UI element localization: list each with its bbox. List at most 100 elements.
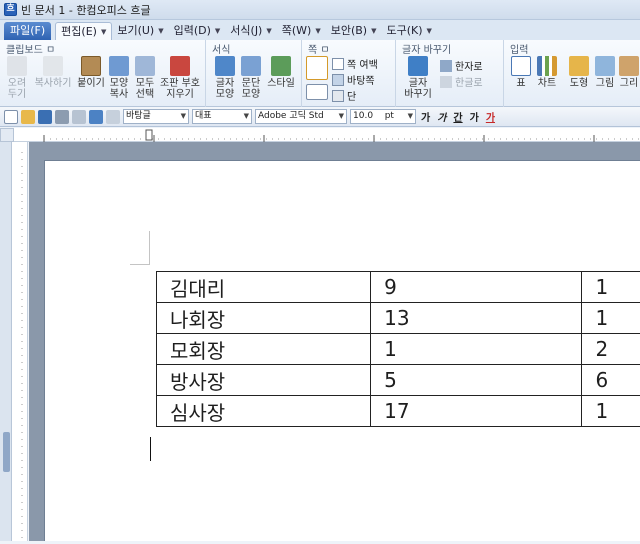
background-page-button[interactable]: 바탕쪽 <box>332 72 375 87</box>
copy-button[interactable]: 복사하기 <box>32 56 74 89</box>
menu-tab-view[interactable]: 보기(U)▼ <box>112 22 168 40</box>
table-cell[interactable]: 6 <box>582 365 640 396</box>
shape-icon <box>569 56 589 76</box>
cut-button[interactable]: 오려 두기 <box>4 56 30 100</box>
style-select[interactable]: 바탕글▼ <box>123 109 189 124</box>
menu-file[interactable]: 파일(F) <box>4 22 51 40</box>
table-cell[interactable]: 1 <box>582 272 640 303</box>
table-row[interactable]: 모회장12 <box>157 334 640 365</box>
bold-button[interactable]: 가 <box>419 109 432 124</box>
strike-button[interactable]: 가 <box>468 109 481 124</box>
page-icon[interactable] <box>306 56 328 80</box>
picture-icon <box>595 56 615 76</box>
underline-button[interactable]: 간 <box>451 109 464 124</box>
page-setup-icon[interactable] <box>306 84 328 100</box>
picture-button[interactable]: 그림 <box>592 56 618 89</box>
copy-icon <box>43 56 63 76</box>
to-hanja-button[interactable]: 한자로 <box>440 58 483 73</box>
table-row[interactable]: 김대리91 <box>157 272 640 303</box>
table-cell[interactable]: 방사장 <box>157 365 371 396</box>
chevron-down-icon[interactable]: ▼ <box>371 22 376 40</box>
menu-tab-security[interactable]: 보안(B)▼ <box>326 22 382 40</box>
font-size-field[interactable]: 10.0pt▼ <box>350 109 416 124</box>
ruler-corner[interactable] <box>0 128 14 142</box>
chevron-down-icon[interactable]: ▼ <box>315 22 320 40</box>
to-hangul-button[interactable]: 한글로 <box>440 74 483 89</box>
table-cell[interactable]: 5 <box>371 365 582 396</box>
shape-copy-button[interactable]: 모양 복사 <box>106 56 132 100</box>
print-icon[interactable] <box>55 110 69 124</box>
table-cell[interactable]: 1 <box>582 303 640 334</box>
menu-tab-tools[interactable]: 도구(K)▼ <box>382 22 437 40</box>
new-document-icon[interactable] <box>4 110 18 124</box>
char-shape-button[interactable]: 글자 모양 <box>212 56 238 100</box>
columns-button[interactable]: 단 <box>332 88 356 103</box>
button-label: 모두 선택 <box>136 78 154 100</box>
table-cell[interactable]: 1 <box>582 396 640 427</box>
horizontal-ruler[interactable] <box>14 128 640 142</box>
table-row[interactable]: 방사장56 <box>157 365 640 396</box>
vertical-ruler[interactable] <box>12 142 28 541</box>
table-cell[interactable]: 9 <box>371 272 582 303</box>
table-row[interactable]: 나회장131 <box>157 303 640 334</box>
save-icon[interactable] <box>38 110 52 124</box>
document-table[interactable]: 김대리91나회장131모회장12방사장56심사장171 <box>156 271 640 427</box>
table-cell[interactable]: 17 <box>371 396 582 427</box>
format-toolbar: 바탕글▼ 대표▼ Adobe 고딕 Std▼ 10.0pt▼ 가 가 간 가 가 <box>0 107 640 127</box>
clear-codes-button[interactable]: 조판 부호 지우기 <box>158 56 202 100</box>
chevron-down-icon[interactable]: ▼ <box>215 22 220 40</box>
font-color-button[interactable]: 가 <box>484 109 497 124</box>
menu-tab-format[interactable]: 서식(J)▼ <box>225 22 276 40</box>
table-row[interactable]: 심사장171 <box>157 396 640 427</box>
button-label: 도형 <box>570 78 588 89</box>
menu-tab-label: 편집(E) <box>61 23 97 41</box>
chart-button[interactable]: 차트 <box>534 56 560 89</box>
button-label: 조판 부호 지우기 <box>160 78 200 100</box>
button-label: 한글로 <box>455 74 483 89</box>
button-label: 바탕쪽 <box>347 72 375 87</box>
chevron-down-icon[interactable]: ▼ <box>427 22 432 40</box>
menu-tab-page[interactable]: 쪽(W)▼ <box>277 22 326 40</box>
button-label: 복사하기 <box>35 78 72 89</box>
shape-button[interactable]: 도형 <box>566 56 592 89</box>
menu-tab-edit[interactable]: 편집(E)▼ <box>55 22 112 40</box>
redo-icon[interactable] <box>106 110 120 124</box>
print-preview-icon[interactable] <box>72 110 86 124</box>
font-select-value: Adobe 고딕 Std <box>258 110 324 123</box>
text-convert-button[interactable]: 글자 바꾸기 <box>400 56 436 100</box>
chevron-down-icon[interactable]: ▼ <box>266 22 271 40</box>
table-cell[interactable]: 모회장 <box>157 334 371 365</box>
button-label: 그림 <box>596 78 614 89</box>
draw-button[interactable]: 그리 <box>618 56 640 89</box>
panel-handle[interactable] <box>3 432 10 472</box>
page-margin-button[interactable]: 쪽 여백 <box>332 56 378 71</box>
undo-icon[interactable] <box>89 110 103 124</box>
chevron-down-icon[interactable]: ▼ <box>101 23 106 41</box>
chart-icon <box>537 56 557 76</box>
italic-button[interactable]: 가 <box>435 109 448 124</box>
select-all-button[interactable]: 모두 선택 <box>132 56 158 100</box>
paste-button[interactable]: 붙이기 <box>76 56 106 89</box>
group-title: 입력 <box>510 41 528 56</box>
font-size-unit: pt <box>385 110 394 123</box>
table-cell[interactable]: 2 <box>582 334 640 365</box>
ribbon-group-clipboard: 클립보드 ㅁ 오려 두기 복사하기 붙이기 모양 복사 모두 선택 조판 부호 … <box>0 40 206 107</box>
table-cell[interactable]: 나회장 <box>157 303 371 334</box>
para-shape-button[interactable]: 문단 모양 <box>238 56 264 100</box>
menu-tab-insert[interactable]: 입력(D)▼ <box>169 22 226 40</box>
language-select[interactable]: 대표▼ <box>192 109 252 124</box>
group-title: 글자 바꾸기 <box>402 41 451 56</box>
font-select[interactable]: Adobe 고딕 Std▼ <box>255 109 347 124</box>
app-logo-icon: 흐 <box>4 3 17 16</box>
table-button[interactable]: 표 <box>508 56 534 89</box>
chevron-down-icon[interactable]: ▼ <box>158 22 163 40</box>
document-page[interactable]: 김대리91나회장131모회장12방사장56심사장171 <box>44 160 640 541</box>
table-cell[interactable]: 심사장 <box>157 396 371 427</box>
language-select-value: 대표 <box>195 110 212 123</box>
document-workspace: 김대리91나회장131모회장12방사장56심사장171 <box>29 142 640 541</box>
style-button[interactable]: 스타일 <box>264 56 298 89</box>
table-cell[interactable]: 김대리 <box>157 272 371 303</box>
open-folder-icon[interactable] <box>21 110 35 124</box>
table-cell[interactable]: 13 <box>371 303 582 334</box>
table-cell[interactable]: 1 <box>371 334 582 365</box>
